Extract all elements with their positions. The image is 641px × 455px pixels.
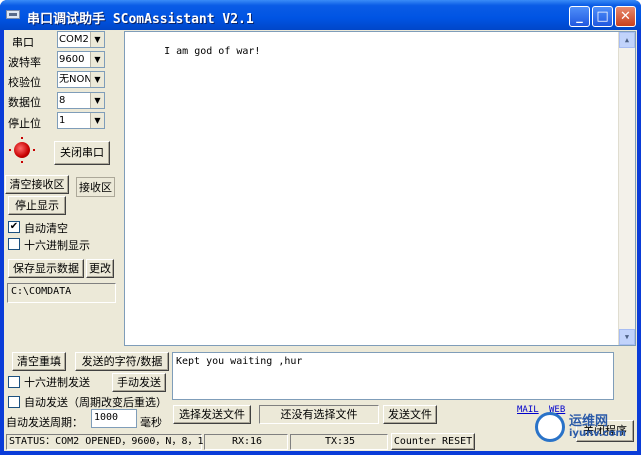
watermark-url: iyunv.com bbox=[569, 428, 626, 439]
scroll-down-icon[interactable]: ▼ bbox=[619, 329, 635, 345]
watermark-logo: 运维网 iyunv.com bbox=[535, 408, 635, 448]
counter-reset-button[interactable]: Counter RESET bbox=[391, 433, 475, 450]
send-file-button[interactable]: 发送文件 bbox=[383, 405, 437, 424]
toggle-port-button[interactable]: 关闭串口 bbox=[54, 141, 110, 165]
watermark-globe-icon bbox=[535, 412, 565, 442]
led-ray-icon bbox=[9, 149, 11, 151]
rx-counter: RX:16 bbox=[204, 434, 288, 450]
save-data-button[interactable]: 保存显示数据 bbox=[8, 259, 84, 278]
baud-value: 9600 bbox=[59, 54, 85, 65]
baud-select[interactable]: 9600 ▼ bbox=[57, 51, 105, 68]
led-ray-icon bbox=[33, 149, 35, 151]
hex-send-checkbox[interactable] bbox=[8, 376, 20, 388]
port-label: 串口 bbox=[12, 36, 34, 49]
hex-display-checkbox[interactable] bbox=[8, 238, 20, 250]
auto-clear-checkbox[interactable]: ✔ bbox=[8, 221, 20, 233]
receive-area-label: 接收区 bbox=[76, 177, 115, 197]
receive-scrollbar[interactable]: ▲ ▼ bbox=[618, 32, 635, 345]
databits-label: 数据位 bbox=[8, 96, 41, 109]
hex-send-label: 十六进制发送 bbox=[24, 376, 90, 389]
period-input[interactable]: 1000 bbox=[91, 409, 137, 428]
close-button[interactable]: ✕ bbox=[615, 6, 636, 27]
send-textarea[interactable]: Kept you waiting ,hur bbox=[172, 352, 614, 400]
databits-value: 8 bbox=[59, 95, 66, 106]
chevron-down-icon: ▼ bbox=[90, 32, 104, 47]
send-chars-button[interactable]: 发送的字符/数据 bbox=[75, 352, 169, 371]
port-status-led bbox=[14, 142, 30, 158]
status-text: STATUS：COM2 OPENED，9600，N，8，1 bbox=[6, 434, 204, 450]
parity-value: 无NON bbox=[59, 74, 92, 85]
stopbits-label: 停止位 bbox=[8, 117, 41, 130]
receive-content: I am god of war! bbox=[164, 46, 261, 57]
baud-label: 波特率 bbox=[8, 56, 41, 69]
clear-receive-button[interactable]: 清空接收区 bbox=[5, 175, 69, 194]
stop-display-button[interactable]: 停止显示 bbox=[8, 196, 66, 215]
save-path-display: C:\COMDATA bbox=[7, 283, 116, 303]
window-title: 串口调试助手 SComAssistant V2.1 bbox=[27, 12, 254, 27]
led-ray-icon bbox=[21, 137, 23, 139]
receive-textarea[interactable]: I am god of war! ▲ ▼ bbox=[124, 31, 636, 346]
scroll-up-icon[interactable]: ▲ bbox=[619, 32, 635, 48]
port-value: COM2 bbox=[59, 34, 89, 45]
select-file-button[interactable]: 选择发送文件 bbox=[173, 405, 251, 424]
period-label: 自动发送周期： bbox=[6, 416, 83, 429]
led-ray-icon bbox=[21, 161, 23, 163]
minimize-button[interactable]: _ bbox=[569, 6, 590, 27]
clear-send-button[interactable]: 清空重填 bbox=[12, 352, 66, 371]
databits-select[interactable]: 8 ▼ bbox=[57, 92, 105, 109]
auto-send-checkbox[interactable] bbox=[8, 396, 20, 408]
file-status: 还没有选择文件 bbox=[259, 405, 379, 424]
manual-send-button[interactable]: 手动发送 bbox=[112, 373, 166, 392]
auto-clear-label: 自动清空 bbox=[24, 222, 68, 235]
chevron-down-icon: ▼ bbox=[90, 72, 104, 87]
hex-display-label: 十六进制显示 bbox=[24, 239, 90, 252]
parity-label: 校验位 bbox=[8, 76, 41, 89]
app-icon bbox=[6, 10, 20, 19]
parity-select[interactable]: 无NON ▼ bbox=[57, 71, 105, 88]
watermark-text: 运维网 bbox=[569, 414, 609, 429]
change-path-button[interactable]: 更改 bbox=[86, 259, 114, 278]
maximize-button[interactable]: □ bbox=[592, 6, 613, 27]
send-content: Kept you waiting ,hur bbox=[176, 356, 303, 367]
chevron-down-icon: ▼ bbox=[90, 52, 104, 67]
chevron-down-icon: ▼ bbox=[90, 93, 104, 108]
stopbits-select[interactable]: 1 ▼ bbox=[57, 112, 105, 129]
stopbits-value: 1 bbox=[59, 115, 66, 126]
app-window: 串口调试助手 SComAssistant V2.1 _ □ ✕ 串口 COM2 ▼… bbox=[0, 0, 641, 455]
tx-counter: TX:35 bbox=[290, 434, 388, 450]
client-area: 串口 COM2 ▼ 波特率 9600 ▼ 校验位 无NON ▼ 数据位 8 ▼ 停止位 … bbox=[4, 30, 637, 451]
period-unit: 毫秒 bbox=[140, 416, 162, 429]
title-bar[interactable]: 串口调试助手 SComAssistant V2.1 _ □ ✕ bbox=[0, 0, 641, 30]
auto-send-label: 自动发送（周期改变后重选） bbox=[24, 396, 167, 409]
port-select[interactable]: COM2 ▼ bbox=[57, 31, 105, 48]
chevron-down-icon: ▼ bbox=[90, 113, 104, 128]
